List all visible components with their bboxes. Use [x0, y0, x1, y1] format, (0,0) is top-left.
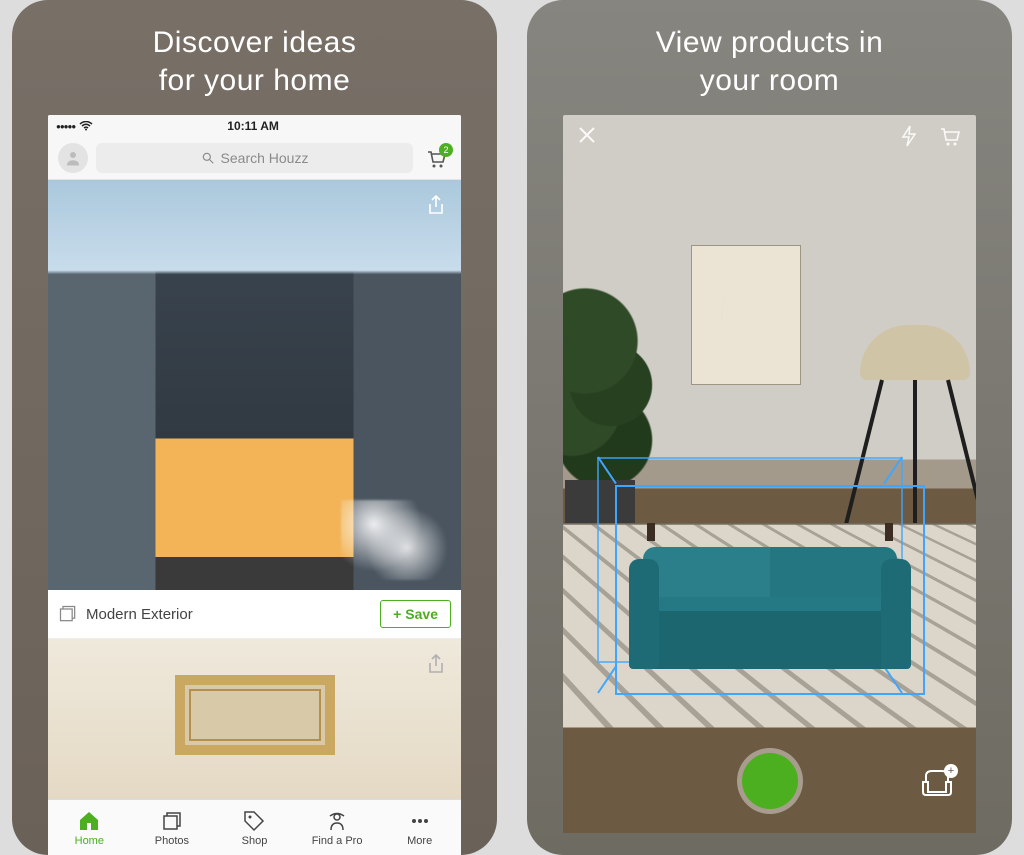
- cart-button[interactable]: 2: [421, 146, 451, 170]
- person-icon: [64, 149, 82, 167]
- close-button[interactable]: [577, 125, 597, 152]
- share-button[interactable]: [421, 649, 451, 679]
- promo-panel-right: View products in your room: [527, 0, 1012, 855]
- share-icon: [427, 195, 445, 215]
- photo-hero: [48, 180, 461, 590]
- tab-bar: Home Photos Shop Find a Pro More: [48, 799, 461, 855]
- flash-icon: [900, 125, 918, 147]
- save-button[interactable]: + Save: [380, 600, 451, 628]
- home-icon: [77, 809, 101, 833]
- tab-find-pro[interactable]: Find a Pro: [296, 800, 379, 855]
- photos-icon: [160, 809, 184, 833]
- status-time: 10:11 AM: [93, 119, 413, 133]
- profile-avatar[interactable]: [58, 143, 88, 173]
- search-input[interactable]: Search Houzz: [96, 143, 413, 173]
- flash-button[interactable]: [900, 125, 918, 152]
- headline-left: Discover ideas for your home: [133, 0, 377, 115]
- feed[interactable]: Modern Exterior + Save: [48, 180, 461, 799]
- signal-dots-icon: ●●●●●: [56, 122, 75, 131]
- tab-more[interactable]: More: [378, 800, 461, 855]
- ar-product-sofa[interactable]: [629, 523, 911, 683]
- wifi-icon: [79, 121, 93, 131]
- close-icon: [577, 125, 597, 145]
- pro-icon: [325, 809, 349, 833]
- top-bar: Search Houzz 2: [48, 137, 461, 180]
- headline-right: View products in your room: [636, 0, 904, 115]
- ar-camera-view[interactable]: +: [563, 115, 976, 833]
- cart-button[interactable]: [938, 125, 962, 152]
- tab-photos[interactable]: Photos: [131, 800, 214, 855]
- tab-home[interactable]: Home: [48, 800, 131, 855]
- photo-hero: [48, 639, 461, 799]
- search-icon: [201, 151, 215, 165]
- plus-badge: +: [944, 764, 958, 778]
- device-frame: ●●●●● 10:11 AM Searc: [48, 115, 461, 855]
- search-placeholder: Search Houzz: [221, 150, 309, 166]
- share-button[interactable]: [421, 190, 451, 220]
- plus-icon: +: [393, 606, 401, 622]
- photo-card[interactable]: Modern Exterior + Save: [48, 180, 461, 639]
- tab-shop[interactable]: Shop: [213, 800, 296, 855]
- status-bar: ●●●●● 10:11 AM: [48, 115, 461, 137]
- photo-stack-icon: [58, 604, 78, 624]
- more-icon: [408, 809, 432, 833]
- add-product-button[interactable]: +: [920, 768, 954, 803]
- photo-card[interactable]: [48, 639, 461, 799]
- cart-badge: 2: [439, 143, 453, 157]
- cart-icon: [938, 125, 962, 147]
- photo-title: Modern Exterior: [86, 606, 193, 623]
- capture-button[interactable]: [742, 753, 798, 809]
- promo-panel-left: Discover ideas for your home ●●●●● 10:11…: [12, 0, 497, 855]
- framed-art: [175, 675, 335, 755]
- wall-art: [691, 245, 801, 385]
- photo-caption-bar: Modern Exterior + Save: [48, 590, 461, 639]
- share-icon: [427, 654, 445, 674]
- tag-icon: [242, 809, 266, 833]
